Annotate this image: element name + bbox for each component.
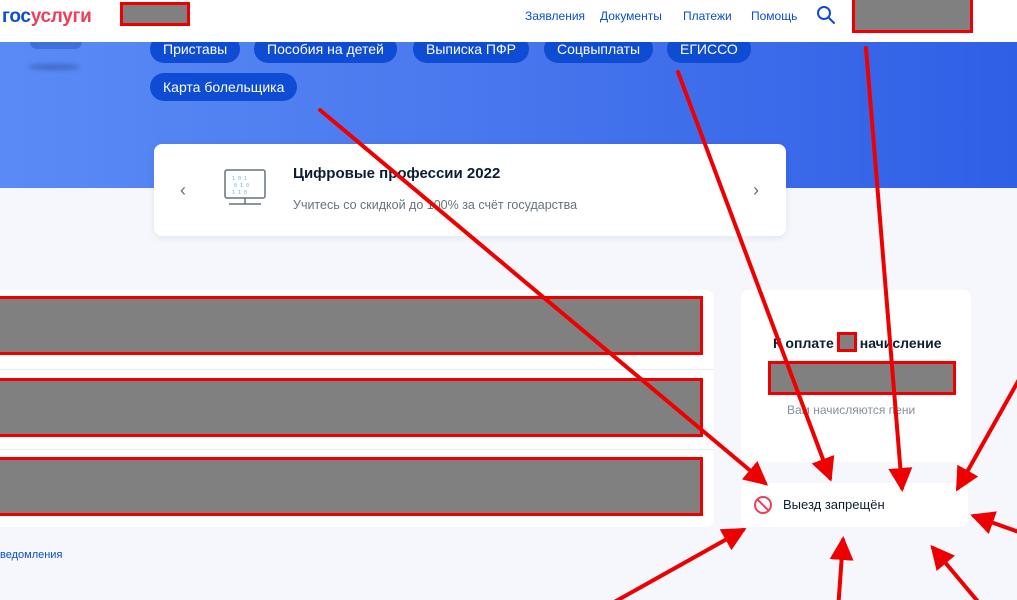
redacted-row-1[interactable] (0, 296, 703, 355)
top-bar: госуслуги Заявления Документы Платежи По… (0, 0, 1017, 42)
avatar (30, 42, 82, 49)
redacted-row-3[interactable] (0, 457, 703, 516)
redacted-user-menu[interactable] (852, 0, 973, 33)
payment-title-part1: К оплате (773, 335, 834, 351)
divider (0, 449, 714, 450)
redacted-region (120, 2, 190, 26)
avatar-shadow (28, 64, 80, 70)
prohibited-icon (754, 496, 772, 514)
annotation-arrow (829, 536, 854, 600)
redacted-amount (768, 361, 956, 395)
chip-fan-card[interactable]: Карта болельщика (150, 73, 298, 101)
nav-documents[interactable]: Документы (600, 9, 662, 23)
travel-ban-label: Выезд запрещён (783, 497, 885, 512)
annotation-arrow (613, 528, 747, 600)
svg-text:1 0 1: 1 0 1 (232, 176, 247, 182)
promo-subtitle: Учитесь со скидкой до 100% за счёт госуд… (293, 198, 578, 212)
payment-subtitle: Вам начисляются пени (787, 403, 916, 417)
svg-text:0 1 0: 0 1 0 (234, 183, 249, 189)
monitor-icon: 1 0 1 0 1 0 1 1 0 (224, 169, 266, 205)
annotation-arrow (970, 511, 1017, 535)
payment-title-part2: начисление (859, 335, 942, 351)
services-list-card (0, 290, 714, 527)
travel-ban-card[interactable]: Выезд запрещён (741, 483, 968, 527)
promo-title: Цифровые профессии 2022 (293, 165, 501, 182)
payment-title: К оплате начисление (773, 332, 942, 352)
nav-applications[interactable]: Заявления (525, 9, 585, 23)
annotation-arrow (930, 544, 980, 600)
gosuslugi-logo[interactable]: госуслуги (2, 6, 92, 28)
logo-text-gos: гос (2, 6, 31, 27)
divider (0, 369, 714, 370)
redacted-count (836, 332, 857, 352)
redacted-row-2[interactable] (0, 378, 703, 437)
chevron-left-icon[interactable]: ‹ (173, 180, 193, 200)
search-icon[interactable] (816, 5, 836, 25)
promo-card[interactable]: ‹ 1 0 1 0 1 0 1 1 0 Цифровые профессии 2… (154, 144, 786, 236)
nav-help[interactable]: Помощь (751, 9, 797, 23)
notifications-link[interactable]: ведомления (0, 549, 62, 561)
logo-text-uslugi: услуги (30, 6, 92, 27)
payment-card[interactable]: К оплате начисление Вам начисляются пени (741, 290, 971, 462)
svg-text:1 1 0: 1 1 0 (232, 190, 247, 196)
nav-payments[interactable]: Платежи (683, 9, 732, 23)
chevron-right-icon[interactable]: › (746, 180, 766, 200)
